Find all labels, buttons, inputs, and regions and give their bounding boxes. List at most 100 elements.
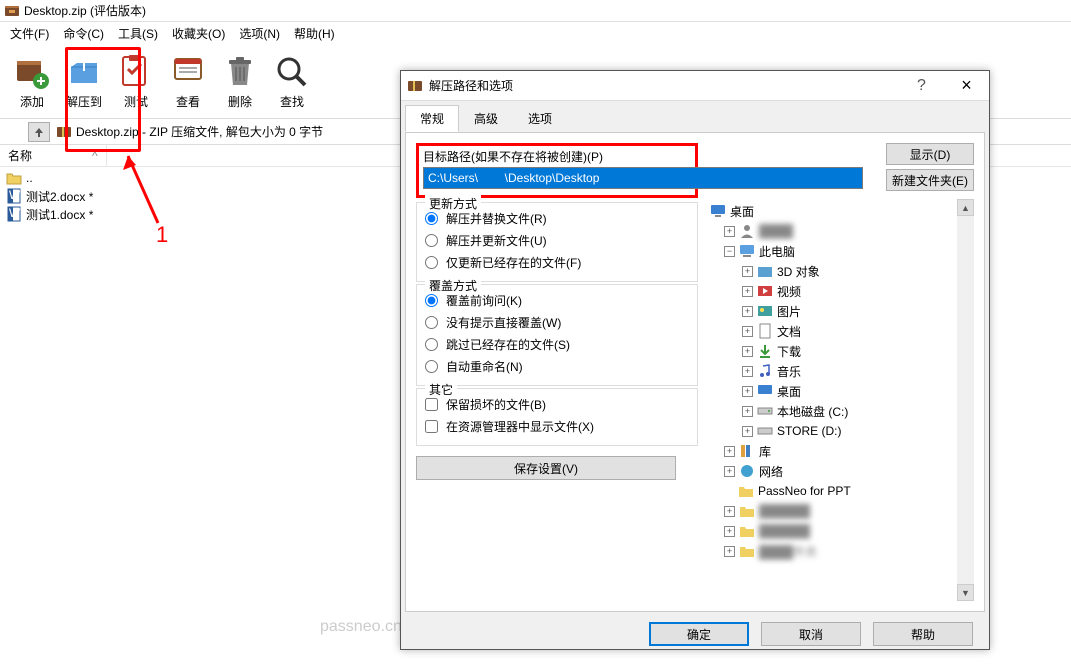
expander-icon[interactable]: + bbox=[724, 546, 735, 557]
tree-node-documents[interactable]: +文档 bbox=[708, 321, 972, 341]
pictures-icon bbox=[757, 303, 773, 319]
extract-dialog: 解压路径和选项 ? × 常规 高级 选项 显示(D) 新建文件夹(E) 目标路径… bbox=[400, 70, 990, 650]
menubar: 文件(F) 命令(C) 工具(S) 收藏夹(O) 选项(N) 帮助(H) bbox=[0, 22, 1071, 44]
other-group: 其它 保留损坏的文件(B) 在资源管理器中显示文件(X) bbox=[416, 388, 698, 446]
update-update-radio[interactable] bbox=[425, 234, 438, 247]
tab-advanced[interactable]: 高级 bbox=[459, 105, 513, 132]
ok-button[interactable]: 确定 bbox=[649, 622, 749, 646]
annotation-highlight-1 bbox=[65, 47, 141, 152]
expander-icon[interactable]: + bbox=[724, 446, 735, 457]
expander-icon[interactable]: − bbox=[724, 246, 735, 257]
up-button[interactable] bbox=[28, 122, 50, 142]
expander-icon[interactable]: + bbox=[742, 326, 753, 337]
close-button[interactable]: × bbox=[944, 71, 989, 101]
expander-icon[interactable]: + bbox=[724, 526, 735, 537]
dialog-buttons: 确定 取消 帮助 bbox=[401, 612, 989, 656]
tree-node-localdisk-c[interactable]: +本地磁盘 (C:) bbox=[708, 401, 972, 421]
expander-icon[interactable]: + bbox=[742, 266, 753, 277]
folder-icon bbox=[739, 543, 755, 559]
tree-node-store-d[interactable]: +STORE (D:) bbox=[708, 421, 972, 441]
view-button[interactable]: 查看 bbox=[162, 44, 214, 119]
scroll-up-icon[interactable]: ▲ bbox=[957, 199, 974, 216]
menu-favorites[interactable]: 收藏夹(O) bbox=[166, 23, 231, 44]
tab-options[interactable]: 选项 bbox=[513, 105, 567, 132]
scroll-down-icon[interactable]: ▼ bbox=[957, 584, 974, 601]
tree-node-music[interactable]: +音乐 bbox=[708, 361, 972, 381]
update-replace-radio[interactable] bbox=[425, 212, 438, 225]
help-icon-button[interactable]: ? bbox=[899, 71, 944, 101]
tree-node-desktop[interactable]: 桌面 bbox=[708, 201, 972, 221]
docx-icon: W bbox=[6, 188, 22, 204]
window-title: Desktop.zip (评估版本) bbox=[24, 2, 146, 19]
folder-icon bbox=[738, 483, 754, 499]
expander-icon[interactable]: + bbox=[742, 306, 753, 317]
dialog-body: 显示(D) 新建文件夹(E) 目标路径(如果不存在将被创建)(P) 更新方式 解… bbox=[405, 132, 985, 612]
up-arrow-icon bbox=[33, 126, 45, 138]
update-mode-group: 更新方式 解压并替换文件(R) 解压并更新文件(U) 仅更新已经存在的文件(F) bbox=[416, 202, 698, 282]
expander-icon[interactable]: + bbox=[742, 346, 753, 357]
tree-node-thispc[interactable]: −此电脑 bbox=[708, 241, 972, 261]
tree-node-3dobjects[interactable]: +3D 对象 bbox=[708, 261, 972, 281]
expander-icon[interactable]: + bbox=[724, 466, 735, 477]
annotation-arrow-1 bbox=[108, 148, 168, 228]
expander-icon[interactable]: + bbox=[724, 506, 735, 517]
tree-node-libraries[interactable]: +库 bbox=[708, 441, 972, 461]
add-button[interactable]: 添加 bbox=[6, 44, 58, 119]
tree-node-blur[interactable]: +██████ bbox=[708, 501, 972, 521]
find-button[interactable]: 查找 bbox=[266, 44, 318, 119]
add-icon bbox=[13, 53, 51, 91]
folder-icon bbox=[739, 503, 755, 519]
destination-path-section: 目标路径(如果不存在将被创建)(P) bbox=[416, 143, 698, 198]
menu-help[interactable]: 帮助(H) bbox=[288, 23, 341, 44]
user-icon bbox=[739, 223, 755, 239]
destination-path-input[interactable] bbox=[423, 167, 863, 189]
overwrite-rename-radio[interactable] bbox=[425, 360, 438, 373]
overwrite-noprompt-radio[interactable] bbox=[425, 316, 438, 329]
folder-icon bbox=[757, 263, 773, 279]
menu-tools[interactable]: 工具(S) bbox=[112, 23, 164, 44]
menu-file[interactable]: 文件(F) bbox=[4, 23, 55, 44]
tree-node-videos[interactable]: +视频 bbox=[708, 281, 972, 301]
show-in-explorer-checkbox[interactable] bbox=[425, 420, 438, 433]
help-button[interactable]: 帮助 bbox=[873, 622, 973, 646]
overwrite-skip-radio[interactable] bbox=[425, 338, 438, 351]
expander-icon[interactable]: + bbox=[742, 426, 753, 437]
display-button[interactable]: 显示(D) bbox=[886, 143, 974, 165]
overwrite-mode-group: 覆盖方式 覆盖前询问(K) 没有提示直接覆盖(W) 跳过已经存在的文件(S) 自… bbox=[416, 284, 698, 386]
tree-scrollbar[interactable]: ▲ ▼ bbox=[957, 199, 974, 601]
tree-node-pictures[interactable]: +图片 bbox=[708, 301, 972, 321]
tree-node-downloads[interactable]: +下载 bbox=[708, 341, 972, 361]
menu-options[interactable]: 选项(N) bbox=[233, 23, 286, 44]
dialog-tabs: 常规 高级 选项 bbox=[401, 101, 989, 132]
save-settings-button[interactable]: 保存设置(V) bbox=[416, 456, 676, 480]
tree-node-passneo[interactable]: PassNeo for PPT bbox=[708, 481, 972, 501]
tree-node-blur[interactable]: +████ bbox=[708, 221, 972, 241]
dialog-titlebar: 解压路径和选项 ? × bbox=[401, 71, 989, 101]
drive-icon bbox=[757, 423, 773, 439]
menu-command[interactable]: 命令(C) bbox=[57, 23, 110, 44]
update-existing-radio[interactable] bbox=[425, 256, 438, 269]
keep-broken-checkbox[interactable] bbox=[425, 398, 438, 411]
path-label: 目标路径(如果不存在将被创建)(P) bbox=[423, 148, 691, 165]
tab-general[interactable]: 常规 bbox=[405, 105, 459, 132]
expander-icon[interactable]: + bbox=[742, 406, 753, 417]
expander-icon[interactable]: + bbox=[742, 286, 753, 297]
desktop-icon bbox=[757, 383, 773, 399]
svg-text:W: W bbox=[9, 188, 21, 202]
libraries-icon bbox=[739, 443, 755, 459]
expander-icon[interactable]: + bbox=[742, 386, 753, 397]
cancel-button[interactable]: 取消 bbox=[761, 622, 861, 646]
folder-icon bbox=[739, 523, 755, 539]
delete-button[interactable]: 删除 bbox=[214, 44, 266, 119]
dialog-title: 解压路径和选项 bbox=[429, 77, 899, 94]
tree-node-desktop2[interactable]: +桌面 bbox=[708, 381, 972, 401]
expander-icon[interactable]: + bbox=[742, 366, 753, 377]
folder-tree[interactable]: 桌面 +████ −此电脑 +3D 对象 +视频 +图片 +文档 +下载 +音乐… bbox=[706, 199, 974, 601]
tree-node-blur[interactable]: +██████ bbox=[708, 521, 972, 541]
annotation-number-1: 1 bbox=[156, 222, 168, 248]
tree-node-blur[interactable]: +████件夹 bbox=[708, 541, 972, 561]
tree-node-network[interactable]: +网络 bbox=[708, 461, 972, 481]
new-folder-button[interactable]: 新建文件夹(E) bbox=[886, 169, 974, 191]
overwrite-ask-radio[interactable] bbox=[425, 294, 438, 307]
expander-icon[interactable]: + bbox=[724, 226, 735, 237]
